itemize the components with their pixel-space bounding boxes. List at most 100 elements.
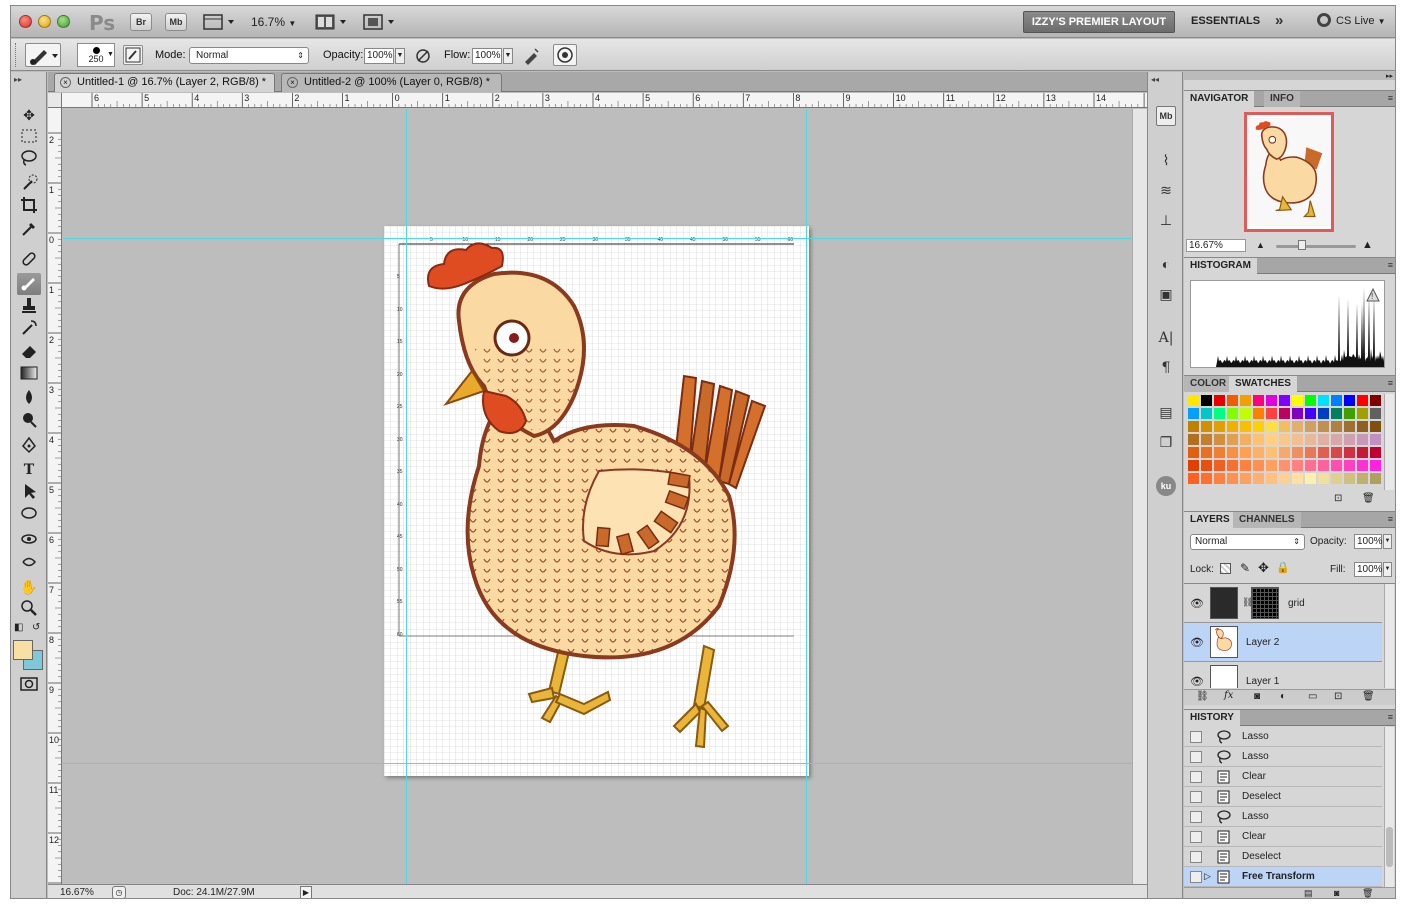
color-swatch[interactable] [1201,434,1212,445]
color-swatch[interactable] [1305,460,1316,471]
default-colors-icon[interactable]: ◧ [14,622,23,633]
chevron-down-icon[interactable]: ▼ [107,51,114,58]
lock-image-icon[interactable]: ✎ [1240,561,1250,575]
color-swatch[interactable] [1214,460,1225,471]
delete-layer-icon[interactable]: 🗑 [1362,691,1375,702]
layer-row-layer-2[interactable]: 👁 Layer 2 [1184,623,1382,662]
color-swatch[interactable] [1188,421,1199,432]
zoom-window-button[interactable] [57,15,70,28]
color-swatch[interactable] [1253,434,1264,445]
color-swatch[interactable] [1279,473,1290,484]
pressure-opacity-button[interactable] [414,47,432,68]
color-swatch[interactable] [1292,408,1303,419]
color-swatch[interactable] [1227,434,1238,445]
pressure-size-button[interactable] [553,44,577,66]
options-grip[interactable] [15,43,17,67]
color-swatch[interactable] [1240,434,1251,445]
color-swatch[interactable] [1253,395,1264,406]
color-swatch[interactable] [1227,447,1238,458]
color-swatch[interactable] [1344,408,1355,419]
color-swatch[interactable] [1331,395,1342,406]
foreground-color-swatch[interactable] [13,640,33,660]
masks-panel-icon[interactable]: ▣ [1156,284,1176,304]
path-selection-tool-icon[interactable] [17,482,41,504]
color-swatch[interactable] [1227,460,1238,471]
color-swatch[interactable] [1292,473,1303,484]
panel-menu-icon[interactable]: ≡ [1388,93,1393,103]
panel-menu-icon[interactable]: ≡ [1388,514,1393,524]
color-swatch[interactable] [1240,408,1251,419]
layers-scrollbar[interactable] [1384,584,1394,688]
color-swatch[interactable] [1292,447,1303,458]
color-swatch[interactable] [1201,408,1212,419]
tool-presets-panel-icon[interactable]: ⌇ [1156,150,1176,170]
color-swatch[interactable] [1253,460,1264,471]
color-swatch[interactable] [1253,408,1264,419]
type-tool-icon[interactable]: T [17,459,41,481]
close-window-button[interactable] [19,15,32,28]
history-state-slider-icon[interactable]: ▷ [1204,871,1211,882]
color-swatch[interactable] [1305,447,1316,458]
color-swatch[interactable] [1253,447,1264,458]
color-swatch[interactable] [1279,434,1290,445]
panel-menu-icon[interactable]: ≡ [1388,260,1393,270]
color-swatch[interactable] [1357,434,1368,445]
color-swatch[interactable] [1292,421,1303,432]
guide-vertical[interactable] [406,109,407,884]
workspace-essentials[interactable]: ESSENTIALS [1191,15,1260,27]
color-swatch[interactable] [1266,447,1277,458]
color-swatch[interactable] [1214,421,1225,432]
tab-swatches[interactable]: SWATCHES [1229,376,1297,392]
color-swatch[interactable] [1305,473,1316,484]
eye-icon[interactable]: 👁 [1190,675,1204,688]
actions-panel-icon[interactable]: ▤ [1156,402,1176,422]
eye-icon[interactable]: 👁 [1190,597,1204,610]
vertical-ruler[interactable]: 2 1 0 1 2 3 4 5 6 7 8 9 10 11 12 [48,108,62,884]
blend-mode-select[interactable]: Normal ⇕ [189,47,309,64]
close-tab-icon[interactable]: × [60,77,71,88]
history-item[interactable]: ▷ Free Transform [1184,867,1382,887]
color-swatch[interactable] [1305,421,1316,432]
tab-navigator[interactable]: NAVIGATOR [1184,91,1255,107]
color-swatch[interactable] [1370,421,1381,432]
color-swatch[interactable] [1201,421,1212,432]
color-swatch[interactable] [1370,473,1381,484]
color-swatch[interactable] [1188,395,1199,406]
add-mask-icon[interactable]: ◙ [1254,691,1260,702]
tab-layers[interactable]: LAYERS [1184,512,1236,528]
history-brush-tool-icon[interactable] [17,319,41,341]
color-swatch[interactable] [1318,395,1329,406]
chevron-down-icon[interactable]: ▼ [1383,562,1392,577]
layer-blend-mode-select[interactable]: Normal ⇕ [1190,534,1305,550]
tool-preset-picker[interactable] [25,43,61,67]
color-swatch[interactable] [1331,447,1342,458]
color-swatch[interactable] [1318,408,1329,419]
zoom-in-icon[interactable]: ▲ [1362,239,1373,251]
clone-source-panel-icon[interactable]: ⊥ [1156,210,1176,230]
brush-panel-toggle[interactable] [123,45,143,65]
color-swatch[interactable] [1318,434,1329,445]
delete-swatch-icon[interactable]: 🗑 [1362,493,1375,504]
color-swatch[interactable] [1344,460,1355,471]
color-swatch[interactable] [1331,421,1342,432]
color-swatch[interactable] [1357,447,1368,458]
eye-icon[interactable]: 👁 [1190,636,1204,649]
status-options-icon[interactable]: ◷ [112,886,126,898]
layer-row-layer-1[interactable]: 👁 Layer 1 [1184,662,1382,688]
vertical-scrollbar[interactable] [1132,109,1147,884]
color-swatch[interactable] [1253,473,1264,484]
quick-mask-icon[interactable] [17,676,41,698]
color-swatch[interactable] [1357,395,1368,406]
color-swatch[interactable] [1227,408,1238,419]
color-swatch[interactable] [1292,460,1303,471]
tab-histogram[interactable]: HISTOGRAM [1184,258,1257,274]
more-workspaces-icon[interactable]: » [1275,12,1283,29]
color-swatch[interactable] [1240,421,1251,432]
guide-horizontal[interactable] [63,238,1132,239]
color-swatch[interactable] [1266,473,1277,484]
color-swatch[interactable] [1370,395,1381,406]
collapse-tools-icon[interactable]: ▸▸ [14,75,22,84]
color-swatch[interactable] [1357,473,1368,484]
color-swatch[interactable] [1201,447,1212,458]
flow-field[interactable]: 100% [472,48,502,64]
